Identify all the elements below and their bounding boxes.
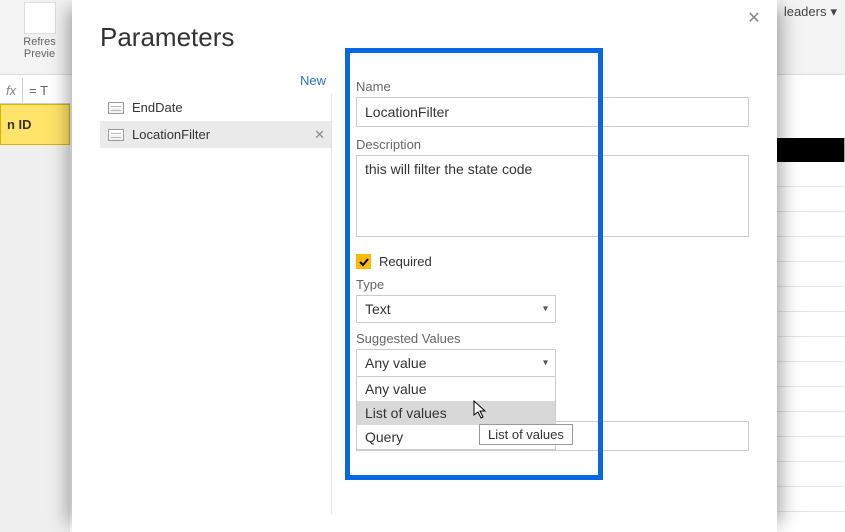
refresh-preview-button[interactable]: Refres Previe: [12, 2, 67, 60]
headers-dropdown[interactable]: leaders▾: [782, 0, 839, 24]
fx-label: fx: [0, 78, 23, 103]
table-row[interactable]: [775, 162, 845, 187]
description-input[interactable]: [356, 155, 749, 237]
grid-header-right: [775, 138, 845, 162]
suggested-values-option[interactable]: List of values: [357, 401, 555, 425]
fx-cell[interactable]: = T: [23, 83, 54, 98]
checkmark-icon: [358, 256, 370, 268]
name-input[interactable]: [356, 97, 749, 127]
close-button[interactable]: ✕: [743, 8, 765, 30]
parameter-form: Name Description Required Type Text ▾: [356, 71, 749, 451]
table-row[interactable]: [775, 237, 845, 262]
table-row[interactable]: [775, 187, 845, 212]
suggested-values-dropdown: Any value List of values Query: [356, 376, 556, 450]
suggested-values-select[interactable]: Any value: [356, 349, 556, 377]
parameters-list: EndDate LocationFilter ✕: [100, 94, 332, 514]
delete-parameter-icon[interactable]: ✕: [314, 127, 325, 143]
grid-cells-right: [775, 162, 845, 532]
description-label: Description: [356, 137, 749, 152]
parameter-item-enddate[interactable]: EndDate: [100, 94, 331, 121]
parameter-item-label: LocationFilter: [132, 127, 210, 142]
formula-bar: fx = T: [0, 78, 70, 104]
name-label: Name: [356, 79, 749, 94]
required-label: Required: [379, 254, 432, 269]
parameter-icon: [108, 102, 124, 114]
close-icon: ✕: [747, 10, 760, 27]
suggested-values-option[interactable]: Query: [357, 425, 555, 449]
parameter-item-locationfilter[interactable]: LocationFilter ✕: [100, 121, 331, 148]
parameter-icon: [108, 129, 124, 141]
suggested-values-label: Suggested Values: [356, 331, 749, 346]
parameter-item-label: EndDate: [132, 100, 183, 115]
table-row[interactable]: [775, 362, 845, 387]
table-row[interactable]: [775, 287, 845, 312]
preview-label: Previe: [12, 48, 67, 60]
table-row[interactable]: [775, 337, 845, 362]
page-refresh-icon: [24, 2, 56, 34]
new-parameter-link[interactable]: New: [300, 73, 326, 88]
table-row[interactable]: [775, 462, 845, 487]
type-label: Type: [356, 277, 749, 292]
parameters-dialog: ✕ Parameters New EndDate LocationFilter …: [72, 0, 777, 532]
grid-column-header[interactable]: n ID: [0, 104, 70, 145]
refresh-label: Refres: [12, 36, 67, 48]
dialog-title: Parameters: [100, 22, 749, 53]
grid-left-background: [0, 104, 70, 532]
table-row[interactable]: [775, 212, 845, 237]
table-row[interactable]: [775, 262, 845, 287]
parameters-list-panel: New EndDate LocationFilter ✕: [100, 71, 332, 514]
headers-label: leaders: [784, 4, 827, 19]
table-row[interactable]: [775, 487, 845, 512]
grid-header-row: n ID: [0, 104, 70, 148]
type-select[interactable]: Text: [356, 295, 556, 323]
suggested-values-option[interactable]: Any value: [357, 377, 555, 401]
chevron-down-icon: ▾: [830, 4, 837, 19]
table-row[interactable]: [775, 312, 845, 337]
required-checkbox[interactable]: [356, 254, 371, 269]
table-row[interactable]: [775, 412, 845, 437]
table-row[interactable]: [775, 437, 845, 462]
table-row[interactable]: [775, 387, 845, 412]
